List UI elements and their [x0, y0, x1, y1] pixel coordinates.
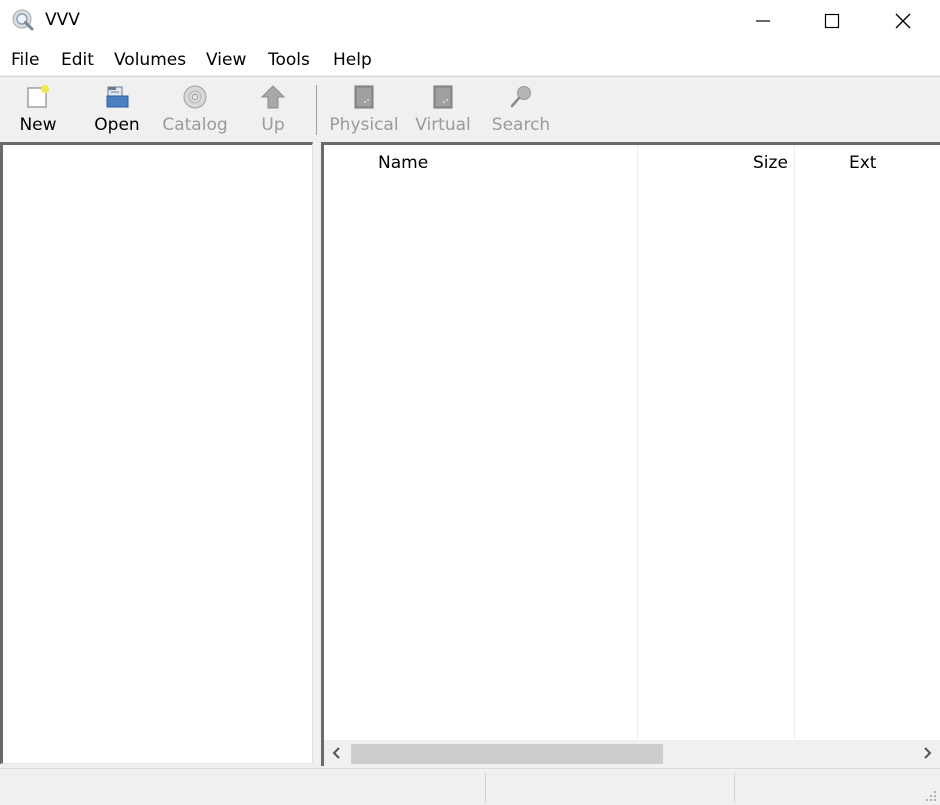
volume-tree[interactable] [0, 142, 313, 764]
up-button[interactable]: Up [250, 77, 296, 141]
column-divider[interactable] [637, 145, 638, 739]
catalog-button[interactable]: Catalog [160, 77, 230, 141]
pane-splitter[interactable] [313, 142, 321, 766]
menu-bar: File Edit Volumes View Tools Help [0, 42, 940, 75]
virtual-button[interactable]: Virtual [412, 77, 474, 141]
up-arrow-icon [259, 83, 287, 111]
open-button[interactable]: Open [88, 77, 146, 141]
toolbar: New Open Catalog Up Physical Virtual Sea… [0, 76, 940, 141]
scroll-right-button[interactable] [916, 740, 938, 766]
chevron-left-icon [332, 747, 340, 759]
menu-tools[interactable]: Tools [268, 50, 310, 70]
horizontal-scrollbar[interactable] [324, 740, 940, 766]
search-icon [507, 83, 535, 111]
chevron-right-icon [924, 747, 932, 759]
maximize-button[interactable] [797, 0, 867, 42]
column-divider[interactable] [794, 145, 795, 739]
maximize-icon [824, 13, 840, 29]
menu-help[interactable]: Help [333, 50, 372, 70]
column-header-name[interactable]: Name [378, 153, 428, 173]
minimize-icon [756, 20, 770, 22]
minimize-button[interactable] [728, 0, 798, 42]
status-bar [0, 768, 940, 805]
menu-edit[interactable]: Edit [61, 50, 94, 70]
close-button[interactable] [868, 0, 938, 42]
toolbar-separator [316, 85, 317, 135]
disc-icon [181, 83, 209, 111]
menu-view[interactable]: View [206, 50, 246, 70]
physical-view-icon [350, 83, 378, 111]
physical-button[interactable]: Physical [328, 77, 400, 141]
file-list[interactable]: Name Size Ext [321, 142, 940, 766]
close-icon [895, 13, 911, 29]
search-button[interactable]: Search [490, 77, 552, 141]
open-folder-icon [103, 83, 131, 111]
virtual-view-icon [429, 83, 457, 111]
status-divider [485, 773, 486, 803]
status-divider [734, 773, 735, 803]
column-header-ext[interactable]: Ext [849, 153, 876, 173]
app-icon [11, 8, 35, 32]
menu-file[interactable]: File [11, 50, 39, 70]
title-bar: VVV [0, 0, 940, 42]
new-button[interactable]: New [10, 77, 66, 141]
scroll-left-button[interactable] [326, 740, 348, 766]
scrollbar-thumb[interactable] [351, 744, 663, 764]
new-document-icon [24, 83, 52, 111]
window-title: VVV [45, 10, 80, 30]
menu-volumes[interactable]: Volumes [114, 50, 186, 70]
column-header-size[interactable]: Size [753, 153, 788, 173]
resize-grip-icon[interactable] [925, 790, 937, 802]
